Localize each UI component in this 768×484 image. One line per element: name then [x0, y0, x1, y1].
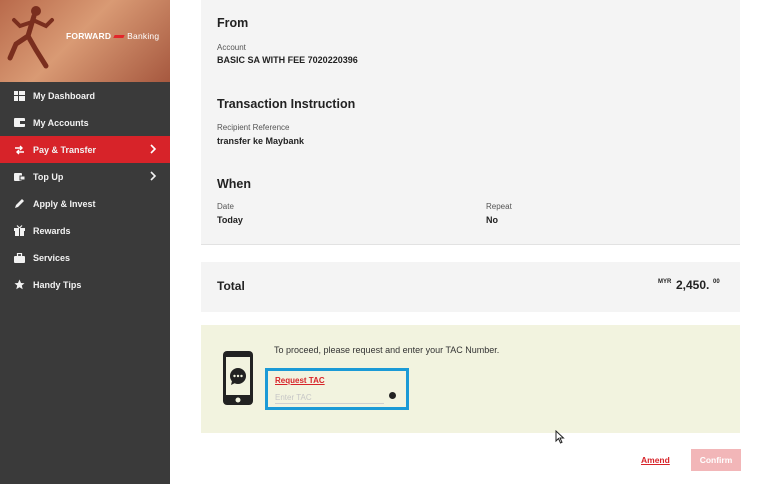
gift-icon: [13, 225, 25, 237]
account-value: BASIC SA WITH FEE 7020220396: [217, 55, 358, 65]
amend-link[interactable]: Amend: [641, 455, 670, 465]
from-heading: From: [217, 16, 249, 30]
recipient-reference-value: transfer ke Maybank: [217, 136, 305, 146]
star-icon: [13, 279, 25, 291]
sidebar-item-label: My Accounts: [33, 117, 89, 128]
brand-name: FORWARD: [66, 31, 112, 41]
sidebar-item-label: Rewards: [33, 225, 71, 236]
chevron-right-icon: [150, 171, 157, 181]
sidebar-item-rewards[interactable]: Rewards: [0, 217, 170, 244]
sidebar-item-label: Pay & Transfer: [33, 144, 97, 155]
brand-logo: FORWARD Banking: [66, 31, 159, 41]
sidebar-item-top-up[interactable]: Top Up: [0, 163, 170, 190]
sidebar-item-apply-invest[interactable]: Apply & Invest: [0, 190, 170, 217]
confirm-button[interactable]: Confirm: [691, 449, 741, 471]
repeat-value: No: [486, 215, 498, 225]
transfer-icon: [13, 144, 25, 156]
repeat-label: Repeat: [486, 202, 512, 211]
banner: FORWARD Banking: [0, 0, 170, 82]
sidebar-item-label: Top Up: [33, 171, 64, 182]
wallet-icon: [13, 117, 25, 129]
sidebar: FORWARD Banking My Dashboard My Accounts …: [0, 0, 170, 484]
tac-card: To proceed, please request and enter you…: [201, 325, 740, 433]
pen-icon: [13, 198, 25, 210]
date-label: Date: [217, 202, 234, 211]
sidebar-item-handy-tips[interactable]: Handy Tips: [0, 271, 170, 298]
sidebar-item-label: Services: [33, 252, 71, 263]
total-label: Total: [217, 279, 245, 293]
sidebar-item-label: Apply & Invest: [33, 198, 96, 209]
brand-suffix: Banking: [127, 31, 160, 41]
sidebar-item-label: My Dashboard: [33, 90, 96, 101]
dashboard-icon: [13, 90, 25, 102]
sidebar-item-my-accounts[interactable]: My Accounts: [0, 109, 170, 136]
runner-image: [7, 6, 54, 69]
tac-input[interactable]: [275, 391, 384, 404]
sidebar-nav: My Dashboard My Accounts Pay & Transfer …: [0, 82, 170, 298]
sidebar-item-services[interactable]: Services: [0, 244, 170, 271]
tac-highlight-box: Request TAC: [265, 368, 409, 410]
total-card: Total MYR 2,450. 00: [201, 262, 740, 312]
recipient-reference-label: Recipient Reference: [217, 123, 290, 132]
main-content: From Account BASIC SA WITH FEE 702022039…: [170, 0, 768, 484]
sidebar-item-label: Handy Tips: [33, 279, 82, 290]
tac-instruction: To proceed, please request and enter you…: [274, 345, 500, 355]
total-decimals: 00: [713, 279, 720, 285]
total-currency: MYR: [658, 279, 672, 285]
request-tac-link[interactable]: Request TAC: [275, 376, 325, 385]
briefcase-icon: [13, 252, 25, 264]
transaction-instruction-heading: Transaction Instruction: [217, 97, 356, 111]
total-amount: 2,450.: [676, 278, 710, 292]
sidebar-item-pay-transfer[interactable]: Pay & Transfer: [0, 136, 170, 163]
transaction-details-card: From Account BASIC SA WITH FEE 702022039…: [201, 0, 740, 245]
brand-mark-icon: [113, 35, 125, 39]
sidebar-item-my-dashboard[interactable]: My Dashboard: [0, 82, 170, 109]
account-label: Account: [217, 43, 246, 52]
info-icon[interactable]: [389, 392, 396, 399]
phone-message-icon: [223, 351, 253, 405]
mouse-cursor-icon: [555, 430, 565, 444]
topup-icon: [13, 171, 25, 183]
date-value: Today: [217, 215, 243, 225]
chevron-right-icon: [150, 144, 157, 154]
when-heading: When: [217, 177, 252, 191]
